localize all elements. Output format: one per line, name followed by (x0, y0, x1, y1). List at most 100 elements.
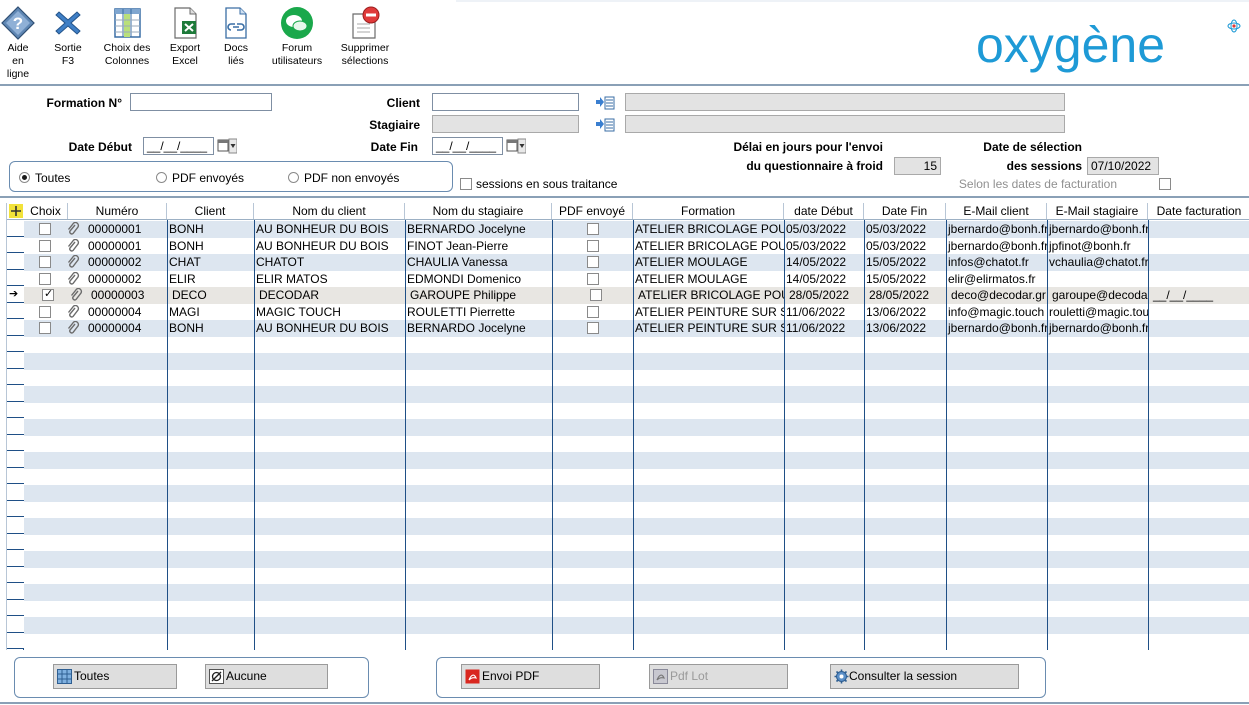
attachment-icon[interactable] (66, 304, 80, 319)
empty-table-row[interactable] (7, 386, 1249, 403)
row-selector[interactable] (7, 302, 24, 319)
col-date-facturation[interactable]: Date facturation (1148, 203, 1249, 219)
table-row[interactable]: 00000004 MAGI MAGIC TOUCH ROULETTI Pierrett… (7, 304, 1249, 321)
date-debut-input[interactable]: __/__/____ (143, 137, 214, 155)
row-choice-checkbox[interactable] (39, 239, 51, 252)
empty-table-row[interactable] (7, 601, 1249, 618)
attachment-icon[interactable] (66, 271, 80, 286)
exit-button[interactable]: Sortie F3 (42, 6, 94, 68)
radio-pdf-sent-dot[interactable] (156, 172, 167, 183)
delete-selections-button[interactable]: Supprimer sélections (335, 6, 395, 68)
col-date-debut[interactable]: date Début (784, 203, 864, 219)
empty-table-row[interactable] (7, 634, 1249, 651)
row-selector[interactable] (7, 269, 24, 286)
col-email-client[interactable]: E-Mail client (946, 203, 1047, 219)
pdf-sent-checkbox[interactable] (587, 322, 599, 334)
row-selector[interactable] (7, 550, 24, 567)
date-selection-input[interactable]: 07/10/2022 (1087, 157, 1159, 175)
col-date-fin[interactable]: Date Fin (864, 203, 946, 219)
sous-traitance-checkbox[interactable] (460, 178, 472, 190)
row-selector[interactable] (7, 632, 24, 649)
sous-traitance-option[interactable]: sessions en sous traitance (460, 177, 617, 191)
select-none-button[interactable]: Aucune (205, 664, 328, 689)
row-selector[interactable] (7, 451, 24, 468)
empty-table-row[interactable] (7, 337, 1249, 354)
delai-input[interactable]: 15 (894, 157, 941, 175)
row-selector[interactable] (7, 517, 24, 534)
export-excel-button[interactable]: Export Excel (159, 6, 211, 68)
pdf-sent-checkbox[interactable] (587, 239, 599, 252)
row-selector[interactable] (7, 566, 24, 583)
date-fin-input[interactable]: __/__/____ (432, 137, 503, 155)
table-row[interactable]: 00000004 BONH AU BONHEUR DU BOIS BERNARDO J… (7, 320, 1249, 337)
col-choix[interactable]: Choix (24, 203, 68, 219)
col-email-stagiaire[interactable]: E-Mail stagiaire (1047, 203, 1148, 219)
empty-table-row[interactable] (7, 403, 1249, 420)
attachment-icon[interactable] (66, 321, 80, 335)
row-selector[interactable] (7, 484, 24, 501)
row-selector[interactable] (7, 533, 24, 550)
empty-table-row[interactable] (7, 568, 1249, 585)
row-selector[interactable] (7, 434, 24, 451)
formation-input[interactable] (130, 93, 272, 111)
date-fin-calendar-icon[interactable] (506, 138, 526, 154)
row-selector[interactable] (7, 253, 24, 270)
radio-pdf-not-sent[interactable]: PDF non envoyés (288, 171, 399, 185)
consult-session-button[interactable]: Consulter la session (830, 664, 1019, 689)
client-code-input[interactable] (432, 93, 579, 111)
row-selector[interactable] (7, 319, 24, 336)
empty-table-row[interactable] (7, 617, 1249, 634)
empty-table-row[interactable] (7, 469, 1249, 486)
forum-button[interactable]: Forum utilisateurs (265, 6, 329, 68)
table-row[interactable]: 00000003 DECO DECODAR GAROUPE Philippe ATELI… (7, 287, 1249, 304)
date-debut-calendar-icon[interactable] (217, 138, 237, 154)
row-choice-checkbox[interactable] (39, 256, 51, 268)
row-selector[interactable] (7, 616, 24, 633)
empty-table-row[interactable] (7, 502, 1249, 519)
stagiaire-code-input[interactable] (432, 115, 579, 133)
radio-pdf-sent[interactable]: PDF envoyés (156, 171, 244, 185)
empty-table-row[interactable] (7, 353, 1249, 370)
pdf-sent-checkbox[interactable] (590, 289, 602, 301)
empty-table-row[interactable] (7, 370, 1249, 387)
row-selector[interactable] (7, 583, 24, 600)
radio-pdf-not-sent-dot[interactable] (288, 172, 299, 183)
col-formation[interactable]: Formation (633, 203, 784, 219)
empty-table-row[interactable] (7, 584, 1249, 601)
row-selector[interactable] (7, 220, 24, 237)
row-selector[interactable] (7, 467, 24, 484)
row-choice-checkbox[interactable] (39, 272, 51, 285)
columns-button[interactable]: Choix des Colonnes (101, 6, 153, 68)
row-choice-checkbox[interactable] (42, 287, 54, 301)
col-nom-client[interactable]: Nom du client (254, 203, 405, 219)
radio-all-dot[interactable] (19, 172, 30, 183)
row-selector[interactable] (7, 368, 24, 385)
row-selector[interactable] (7, 418, 24, 435)
radio-all[interactable]: Toutes (19, 171, 70, 185)
row-selector[interactable] (7, 352, 24, 369)
pdf-lot-button[interactable]: Pdf Lot (649, 664, 788, 689)
empty-table-row[interactable] (7, 436, 1249, 453)
empty-table-row[interactable] (7, 452, 1249, 469)
facturation-checkbox[interactable] (1159, 178, 1171, 190)
row-choice-checkbox[interactable] (39, 322, 51, 334)
pdf-sent-checkbox[interactable] (587, 256, 599, 268)
empty-table-row[interactable] (7, 518, 1249, 535)
row-selector[interactable]: ➔ (7, 286, 24, 303)
pdf-sent-checkbox[interactable] (587, 272, 599, 285)
docs-button[interactable]: Docs liés (210, 6, 262, 68)
client-picker-icon[interactable] (595, 96, 615, 110)
table-row[interactable]: 00000001 BONH AU BONHEUR DU BOIS FINOT Jean… (7, 238, 1249, 255)
attachment-icon[interactable] (66, 255, 80, 269)
select-all-button[interactable]: Toutes (53, 664, 177, 689)
send-pdf-button[interactable]: Envoi PDF (461, 664, 600, 689)
row-choice-checkbox[interactable] (39, 305, 51, 318)
empty-table-row[interactable] (7, 419, 1249, 436)
row-selector[interactable] (7, 599, 24, 616)
empty-table-row[interactable] (7, 485, 1249, 502)
add-row-icon[interactable] (9, 204, 23, 218)
table-row[interactable]: 00000002 CHAT CHATOT CHAULIA Vanessa ATELIER… (7, 254, 1249, 271)
row-selector[interactable] (7, 335, 24, 352)
table-row[interactable]: 00000001 BONH AU BONHEUR DU BOIS BERNARDO J… (7, 221, 1249, 238)
empty-table-row[interactable] (7, 551, 1249, 568)
